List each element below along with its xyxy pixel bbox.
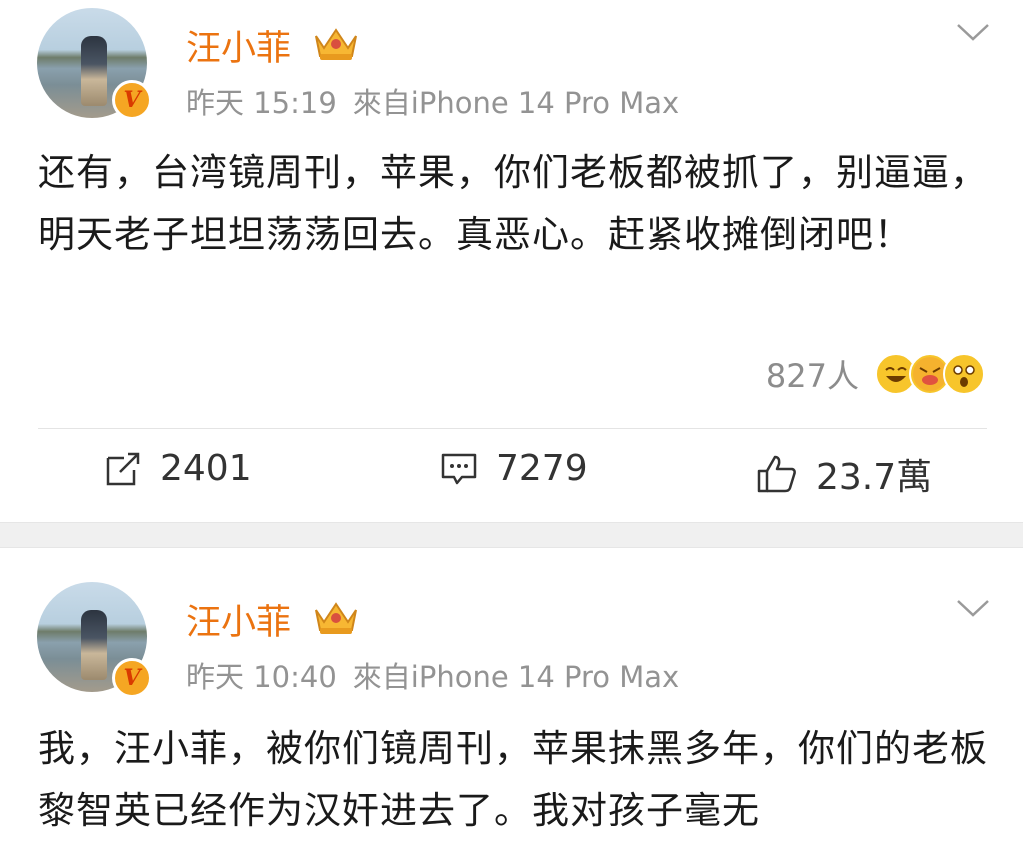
comment-count: 7279: [496, 448, 588, 489]
repost-button[interactable]: 2401: [104, 448, 252, 489]
weibo-post: V 汪小菲 昨天 10:40 來自iPhone 14 Pro Max 我，汪小菲，…: [0, 548, 1023, 856]
crown-icon: [315, 28, 357, 60]
avatar-person-figure: [81, 36, 107, 106]
repost-count: 2401: [160, 448, 252, 489]
crown-icon: [315, 602, 357, 634]
chevron-down-icon[interactable]: [956, 22, 990, 42]
reactions-summary[interactable]: 827人: [766, 350, 985, 398]
post-meta: 昨天 15:19 來自iPhone 14 Pro Max: [186, 80, 695, 122]
post-time: 昨天 15:19: [186, 86, 337, 120]
post-source: 來自iPhone 14 Pro Max: [352, 660, 680, 694]
post-content: 我，汪小菲，被你们镜周刊，苹果抹黑多年，你们的老板黎智英已经作为汉奸进去了。我对…: [38, 727, 988, 832]
action-bar: 2401 7279 23.7萬: [0, 448, 1023, 502]
avatar-person-figure: [81, 610, 107, 680]
verified-v-badge-icon: V: [112, 80, 152, 120]
post-time: 昨天 10:40: [186, 660, 337, 694]
surprised-emoji-icon: [943, 353, 985, 395]
username[interactable]: 汪小菲: [186, 20, 291, 71]
chevron-down-icon[interactable]: [956, 598, 990, 618]
divider: [38, 428, 987, 429]
post-separator: [0, 522, 1023, 548]
username[interactable]: 汪小菲: [186, 594, 291, 645]
reactions-count: 827人: [765, 357, 859, 395]
weibo-post: V 汪小菲 昨天 15:19 來自iPhone 14 Pro Max 还有，台湾镜…: [0, 0, 1023, 522]
like-button[interactable]: 23.7萬: [756, 448, 932, 500]
post-content: 还有，台湾镜周刊，苹果，你们老板都被抓了，别逼逼，明天老子坦坦荡荡回去。真恶心。…: [38, 151, 988, 256]
thumbs-up-icon: [757, 455, 796, 493]
comment-icon: [441, 453, 477, 484]
like-count: 23.7萬: [816, 457, 933, 498]
verified-v-badge-icon: V: [112, 658, 152, 698]
repost-icon: [106, 452, 140, 485]
post-meta: 昨天 10:40 來自iPhone 14 Pro Max: [186, 654, 695, 696]
post-source: 來自iPhone 14 Pro Max: [352, 86, 680, 120]
comment-button[interactable]: 7279: [440, 448, 588, 489]
